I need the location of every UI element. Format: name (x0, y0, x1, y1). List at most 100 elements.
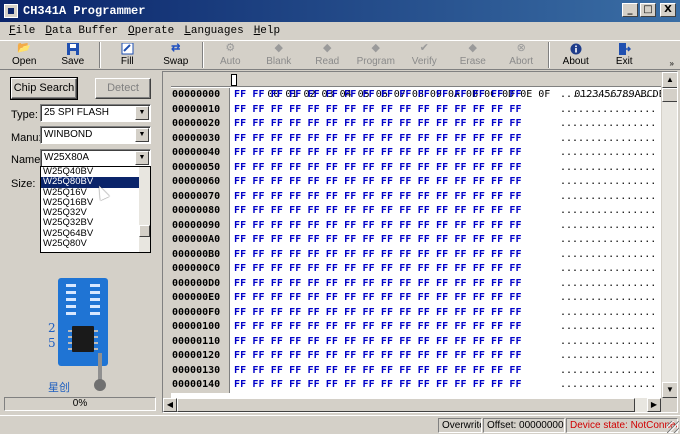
hex-row[interactable]: 00000000 FF FF FF FF FF FF FF FF FF FF FF… (171, 88, 663, 103)
hex-row-ascii[interactable]: ................ (552, 219, 656, 234)
hex-row-bytes[interactable]: FF FF FF FF FF FF FF FF FF FF FF FF FF F… (234, 262, 552, 277)
hex-vertical-scrollbar[interactable]: ▲ ▼ (661, 72, 677, 398)
hex-row-ascii[interactable]: ................ (552, 103, 656, 118)
menu-data-buffer[interactable]: Data Buffer (40, 25, 123, 37)
hex-rows[interactable]: 00000000 FF FF FF FF FF FF FF FF FF FF FF… (171, 88, 663, 398)
hex-row-bytes[interactable]: FF FF FF FF FF FF FF FF FF FF FF FF FF F… (234, 204, 552, 219)
about-button[interactable]: About (552, 41, 601, 70)
hex-row-ascii[interactable]: ................ (552, 291, 656, 306)
hex-row-ascii[interactable]: ................ (552, 248, 656, 263)
hex-row-bytes[interactable]: FF FF FF FF FF FF FF FF FF FF FF FF FF F… (234, 103, 552, 118)
type-select[interactable]: 25 SPI FLASH ▼ (40, 104, 151, 122)
hex-row-bytes[interactable]: FF FF FF FF FF FF FF FF FF FF FF FF FF F… (234, 146, 552, 161)
hex-row-ascii[interactable]: ................ (552, 175, 656, 190)
minimize-button[interactable]: _ (622, 3, 638, 17)
hex-row-ascii[interactable]: ................ (552, 88, 656, 103)
hex-row[interactable]: 00000020 FF FF FF FF FF FF FF FF FF FF FF… (171, 117, 663, 132)
menu-file[interactable]: File (4, 25, 40, 37)
hex-row-bytes[interactable]: FF FF FF FF FF FF FF FF FF FF FF FF FF F… (234, 291, 552, 306)
hex-row[interactable]: 00000010 FF FF FF FF FF FF FF FF FF FF FF… (171, 102, 663, 118)
hex-row[interactable]: 00000080 FF FF FF FF FF FF FF FF FF FF FF… (171, 204, 663, 219)
hex-row[interactable]: 00000100 FF FF FF FF FF FF FF FF FF FF FF… (171, 320, 663, 335)
hex-row-ascii[interactable]: ................ (552, 349, 656, 364)
scroll-left-icon[interactable]: ◀ (163, 398, 177, 412)
hex-row-bytes[interactable]: FF FF FF FF FF FF FF FF FF FF FF FF FF F… (234, 277, 552, 292)
close-button[interactable]: X (660, 3, 676, 17)
hex-row[interactable]: 00000130 FF FF FF FF FF FF FF FF FF FF FF… (171, 363, 663, 379)
hex-row-bytes[interactable]: FF FF FF FF FF FF FF FF FF FF FF FF FF F… (234, 175, 552, 190)
hex-editor[interactable]: 00 01 02 03 04 05 06 07 08 09 0A 0B 0C 0… (162, 71, 678, 413)
hex-row-bytes[interactable]: FF FF FF FF FF FF FF FF FF FF FF FF FF F… (234, 306, 552, 321)
manu-select[interactable]: WINBOND ▼ (40, 126, 151, 144)
hex-row-ascii[interactable]: ................ (552, 161, 656, 176)
abort-button[interactable]: ⊗ Abort (497, 41, 546, 70)
menu-languages[interactable]: Languages (179, 25, 248, 37)
scroll-down-icon[interactable]: ▼ (662, 382, 677, 398)
hex-row[interactable]: 00000070 FF FF FF FF FF FF FF FF FF FF FF… (171, 189, 663, 205)
hex-row-ascii[interactable]: ................ (552, 204, 656, 219)
erase-button[interactable]: ◆ Erase (449, 41, 498, 70)
hex-row-ascii[interactable]: ................ (552, 233, 656, 248)
hex-row-ascii[interactable]: ................ (552, 320, 656, 335)
hex-row-ascii[interactable]: ................ (552, 364, 656, 379)
blank-button[interactable]: ◆ Blank (255, 41, 304, 70)
detect-button[interactable]: Detect (95, 78, 151, 99)
hex-row-bytes[interactable]: FF FF FF FF FF FF FF FF FF FF FF FF FF F… (234, 132, 552, 147)
hex-row-bytes[interactable]: FF FF FF FF FF FF FF FF FF FF FF FF FF F… (234, 190, 552, 205)
hex-row[interactable]: 00000090 FF FF FF FF FF FF FF FF FF FF FF… (171, 218, 663, 234)
hex-row-ascii[interactable]: ................ (552, 335, 656, 350)
app-icon[interactable] (4, 4, 18, 18)
maximize-button[interactable]: □ (640, 3, 656, 17)
hex-row-bytes[interactable]: FF FF FF FF FF FF FF FF FF FF FF FF FF F… (234, 88, 552, 103)
swap-button[interactable]: ⇄ Swap (152, 41, 201, 70)
hex-row-bytes[interactable]: FF FF FF FF FF FF FF FF FF FF FF FF FF F… (234, 335, 552, 350)
hex-row-ascii[interactable]: ................ (552, 277, 656, 292)
dropdown-option[interactable]: W25Q80V (41, 238, 150, 249)
hex-row-ascii[interactable]: ................ (552, 306, 656, 321)
menu-help[interactable]: Help (249, 25, 285, 37)
hex-row-bytes[interactable]: FF FF FF FF FF FF FF FF FF FF FF FF FF F… (234, 233, 552, 248)
hex-row[interactable]: 00000060 FF FF FF FF FF FF FF FF FF FF FF… (171, 175, 663, 190)
hex-row-bytes[interactable]: FF FF FF FF FF FF FF FF FF FF FF FF FF F… (234, 161, 552, 176)
hex-row-ascii[interactable]: ................ (552, 146, 656, 161)
read-button[interactable]: ◆ Read (303, 41, 352, 70)
name-select[interactable]: W25X80A ▼ (40, 149, 151, 167)
hex-row[interactable]: 00000040 FF FF FF FF FF FF FF FF FF FF FF… (171, 146, 663, 161)
hex-row[interactable]: 000000F0 FF FF FF FF FF FF FF FF FF FF FF… (171, 305, 663, 321)
hex-row-ascii[interactable]: ................ (552, 378, 656, 393)
fill-button[interactable]: Fill (103, 41, 152, 70)
hex-row-ascii[interactable]: ................ (552, 262, 656, 277)
hex-row[interactable]: 00000030 FF FF FF FF FF FF FF FF FF FF FF… (171, 131, 663, 147)
auto-button[interactable]: ⚙ Auto (206, 41, 255, 70)
resize-grip-icon[interactable] (667, 421, 679, 433)
hex-row-ascii[interactable]: ................ (552, 132, 656, 147)
exit-button[interactable]: Exit (600, 41, 649, 70)
hex-row[interactable]: 000000A0 FF FF FF FF FF FF FF FF FF FF FF… (171, 233, 663, 248)
hex-row-ascii[interactable]: ................ (552, 117, 656, 132)
hex-horizontal-scrollbar[interactable]: ◀ ▶ (163, 398, 661, 412)
scroll-up-icon[interactable]: ▲ (662, 72, 677, 88)
hex-row[interactable]: 00000140 FF FF FF FF FF FF FF FF FF FF FF… (171, 378, 663, 393)
hex-row[interactable]: 000000B0 FF FF FF FF FF FF FF FF FF FF FF… (171, 247, 663, 263)
toolbar-overflow-icon[interactable]: » (670, 59, 674, 68)
hscroll-thumb[interactable] (177, 398, 635, 412)
name-dropdown-list[interactable]: W25Q40BV W25Q80BV W25Q16V W25Q16BV W25Q3… (40, 166, 151, 253)
hex-row[interactable]: 000000C0 FF FF FF FF FF FF FF FF FF FF FF… (171, 262, 663, 277)
hex-row[interactable]: 00000050 FF FF FF FF FF FF FF FF FF FF FF… (171, 160, 663, 176)
menu-operate[interactable]: Operate (123, 25, 179, 37)
hex-row-bytes[interactable]: FF FF FF FF FF FF FF FF FF FF FF FF FF F… (234, 320, 552, 335)
verify-button[interactable]: ✔ Verify (400, 41, 449, 70)
hex-row-bytes[interactable]: FF FF FF FF FF FF FF FF FF FF FF FF FF F… (234, 378, 552, 393)
hex-row[interactable]: 000000E0 FF FF FF FF FF FF FF FF FF FF FF… (171, 291, 663, 306)
hex-row-bytes[interactable]: FF FF FF FF FF FF FF FF FF FF FF FF FF F… (234, 248, 552, 263)
hex-row-bytes[interactable]: FF FF FF FF FF FF FF FF FF FF FF FF FF F… (234, 349, 552, 364)
hex-row-bytes[interactable]: FF FF FF FF FF FF FF FF FF FF FF FF FF F… (234, 117, 552, 132)
hex-row[interactable]: 00000120 FF FF FF FF FF FF FF FF FF FF FF… (171, 349, 663, 364)
chevron-down-icon[interactable]: ▼ (135, 128, 149, 142)
hex-row-ascii[interactable]: ................ (552, 190, 656, 205)
hex-row[interactable]: 00000110 FF FF FF FF FF FF FF FF FF FF FF… (171, 334, 663, 350)
hex-row-bytes[interactable]: FF FF FF FF FF FF FF FF FF FF FF FF FF F… (234, 364, 552, 379)
scroll-right-icon[interactable]: ▶ (647, 398, 661, 412)
chip-search-button[interactable]: Chip Search (10, 77, 78, 100)
scroll-thumb[interactable] (662, 88, 677, 102)
